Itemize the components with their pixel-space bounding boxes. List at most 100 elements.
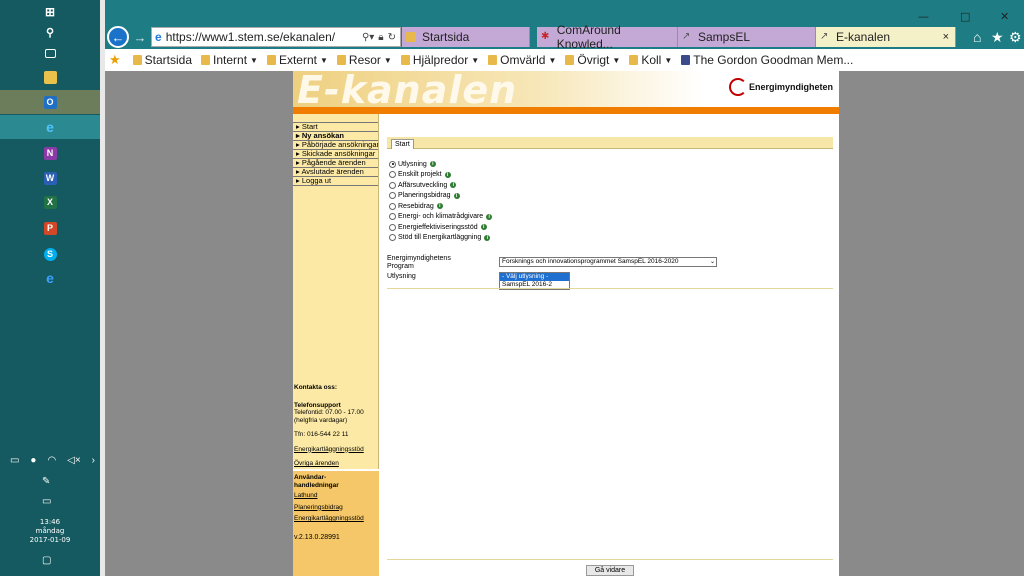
minimize-icon[interactable]: — [918,10,929,23]
favorites-star-icon[interactable]: ★ [991,29,1004,46]
ie-favicon-icon: e [155,30,162,44]
menu-item-start[interactable]: ▸ Start [293,123,378,132]
skype-icon[interactable]: S [0,242,100,266]
fav-externt[interactable]: Externt ▼ [266,53,328,67]
radio-row-energi-klimatradgivare[interactable]: Energi- och klimatrådgivare i [389,212,493,223]
pen-icon[interactable]: ✎ [42,476,50,487]
info-icon[interactable]: i [453,192,460,199]
radio-button[interactable] [389,171,396,179]
favorites-add-icon[interactable]: ★ [109,52,124,68]
radio-button[interactable] [389,160,396,168]
edge-icon[interactable]: e [0,266,100,290]
program-label-line1: Energimyndighetens [387,255,451,262]
menu-item-ny-ansokan[interactable]: ▸ Ny ansökan [293,132,378,141]
menu-item-logga-ut[interactable]: ▸ Logga ut [293,177,378,186]
tab-sampsel[interactable]: ↗ SampsEL [678,27,816,47]
guides-box: Användar- handledningar Lathund Planerin… [294,474,378,523]
radio-row-enskilt-projekt[interactable]: Enskilt projekt i [389,170,492,181]
refresh-icon[interactable]: ↻ [388,32,396,43]
go-forward-button[interactable]: Gå vidare [586,565,634,576]
word-icon[interactable]: W [0,166,100,190]
gear-icon[interactable]: ⚙ [1009,29,1022,46]
home-icon[interactable]: ⌂ [973,29,981,45]
info-icon[interactable]: i [480,224,487,231]
keyboard-icon[interactable]: ▭ [42,496,51,507]
fav-ovrigt[interactable]: Övrigt ▼ [565,53,620,67]
radio-row-energikartlaggning[interactable]: Stöd till Energikartläggning i [389,233,492,244]
network-icon[interactable]: ▭ [10,455,19,466]
fav-gordon-goodman[interactable]: The Gordon Goodman Mem... [681,53,853,67]
utlysning-option-placeholder[interactable]: - Välj utlysning - [500,273,569,281]
tab-comaround[interactable]: ✱ ComAround Knowled... [537,23,678,51]
close-window-icon[interactable]: ✕ [1000,10,1009,23]
radio-row-utlysning[interactable]: Utlysning i [389,159,492,170]
chevron-right-icon[interactable]: › [92,455,95,466]
wifi-icon[interactable]: ◠ [47,455,56,466]
radio-label: Utlysning [398,160,427,168]
comaround-favicon-icon: ✱ [541,31,550,42]
radio-row-affarsutveckling[interactable]: Affärsutveckling i [389,180,492,191]
address-bar[interactable]: e https://www1.stem.se/ekanalen/ ⚲▾ 🔒︎ ↻ [151,27,401,47]
onedrive-icon[interactable]: ● [30,455,36,466]
onenote-icon[interactable]: N [0,141,100,165]
maximize-icon[interactable]: □ [960,10,970,23]
volume-muted-icon[interactable]: ◁× [67,455,81,466]
back-button[interactable]: ← [107,26,129,48]
link-energikartlaggningsstod-guide[interactable]: Energikartläggningsstöd [294,515,378,523]
menu-item-avslutade[interactable]: ▸ Avslutade ärenden [293,168,378,177]
radio-button[interactable] [389,181,396,189]
search-dropdown-icon[interactable]: ⚲▾ [362,32,374,43]
menu-item-pagaende[interactable]: ▸ Pågående ärenden [293,159,378,168]
powerpoint-icon[interactable]: P [0,216,100,240]
lock-icon[interactable]: 🔒︎ [378,32,383,43]
menu-item-skickade[interactable]: ▸ Skickade ansökningar [293,150,378,159]
clock-day: måndag [35,527,65,535]
radio-button[interactable] [389,213,396,221]
link-lathund[interactable]: Lathund [294,492,378,500]
logo-mark-icon [728,78,747,96]
info-icon[interactable]: i [436,203,443,210]
radio-row-planeringsbidrag[interactable]: Planeringsbidrag i [389,191,492,202]
fav-omvarld[interactable]: Omvärld ▼ [488,53,556,67]
task-view-icon[interactable] [0,41,100,65]
excel-icon[interactable]: X [0,190,100,214]
menu-item-paborjade[interactable]: ▸ Påbörjade ansökningar [293,141,378,150]
outlook-icon[interactable]: O [0,90,100,114]
radio-button[interactable] [389,223,396,231]
forward-button[interactable]: → [131,28,149,46]
program-select[interactable]: Forsknings och innovationsprogrammet Sam… [499,257,717,267]
fav-hjalpredor[interactable]: Hjälpredor ▼ [400,53,479,67]
radio-row-resebidrag[interactable]: Resebidrag i [389,201,492,212]
radio-button[interactable] [389,234,396,242]
tab-start[interactable]: Start [391,139,414,149]
file-explorer-icon[interactable] [0,65,100,89]
clock[interactable]: 13:46 måndag 2017-01-09 [0,518,100,545]
internet-explorer-icon[interactable]: e [0,115,100,139]
radio-button[interactable] [389,192,396,200]
radio-row-energieffektiviseringsstod[interactable]: Energieffektiviseringsstöd i [389,222,492,233]
notifications-icon[interactable]: ▢ [42,555,51,566]
support-hours: Telefontid: 07.00 - 17.00 [294,409,364,416]
tab-e-kanalen[interactable]: ↗ E-kanalen × [816,27,956,47]
guides-heading-1: Användar- [294,474,327,481]
link-energikartlaggningsstod[interactable]: Energikartläggningsstöd [294,446,378,454]
tab-startsida[interactable]: Startsida [402,27,530,47]
info-icon[interactable]: i [429,161,436,168]
close-tab-icon[interactable]: × [943,31,949,43]
fav-resor[interactable]: Resor ▼ [336,53,392,67]
info-icon[interactable]: i [486,213,493,220]
chevron-down-icon: ⌄ [709,259,715,265]
chevron-down-icon: ▼ [250,55,258,65]
link-planeringsbidrag[interactable]: Planeringsbidrag [294,504,378,512]
fav-internt[interactable]: Internt ▼ [201,53,258,67]
menu-label: Ny ansökan [301,132,344,140]
info-icon[interactable]: i [484,234,491,241]
link-ovriga-arenden[interactable]: Övriga ärenden [294,460,378,468]
info-icon[interactable]: i [444,171,451,178]
info-icon[interactable]: i [450,182,457,189]
nav-bar: ← → e https://www1.stem.se/ekanalen/ ⚲▾ … [105,23,1024,51]
radio-label: Energi- och klimatrådgivare [398,213,484,221]
fav-koll[interactable]: Koll ▼ [629,53,672,67]
radio-button[interactable] [389,202,396,210]
fav-startsida[interactable]: Startsida [132,53,192,67]
